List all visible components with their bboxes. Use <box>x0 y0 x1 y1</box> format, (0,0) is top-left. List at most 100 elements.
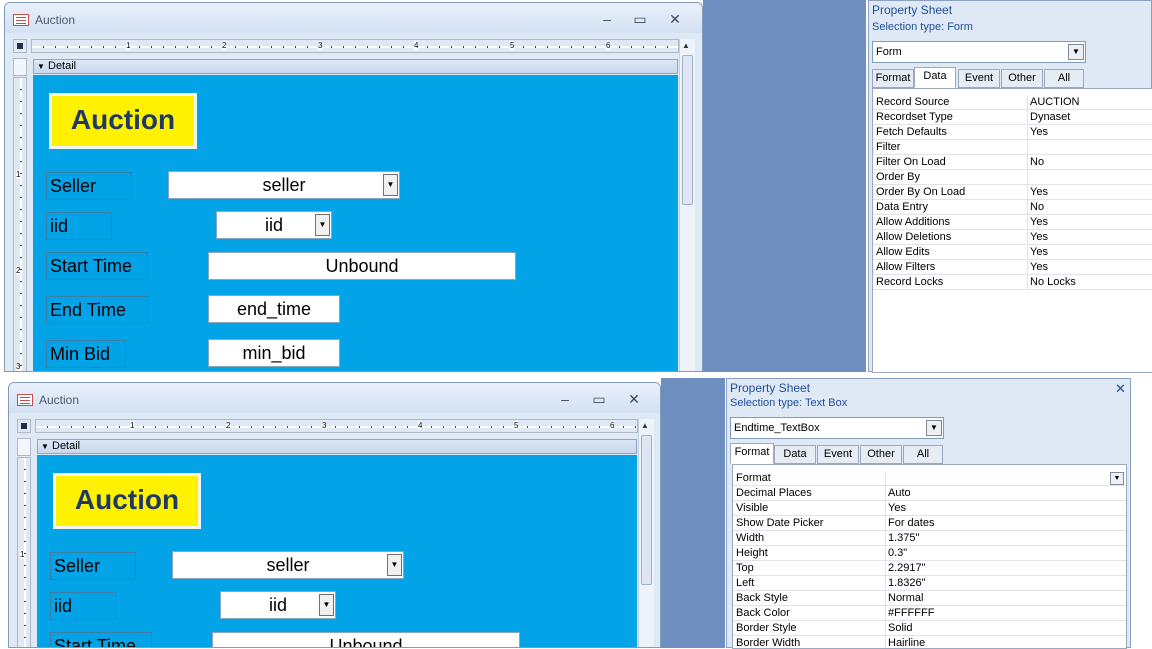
form-selector-corner[interactable] <box>13 39 27 53</box>
property-value[interactable]: Yes <box>1027 215 1152 230</box>
tab-all[interactable]: All <box>1044 69 1084 88</box>
start-time-label[interactable]: Start Time <box>46 252 148 280</box>
tab-other[interactable]: Other <box>1001 69 1043 88</box>
property-value[interactable]: Yes <box>1027 230 1152 245</box>
property-row[interactable]: Top 2.2917" <box>733 561 1126 576</box>
chevron-down-icon[interactable]: ▼ <box>319 594 334 616</box>
property-row[interactable]: Border Style Solid <box>733 621 1126 636</box>
property-value[interactable]: AUCTION <box>1027 95 1152 110</box>
property-value[interactable] <box>1027 170 1152 185</box>
property-value[interactable]: For dates <box>885 516 1126 531</box>
property-value[interactable]: 1.8326" <box>885 576 1126 591</box>
property-row[interactable]: Allow Edits Yes <box>873 245 1152 260</box>
minimize-button[interactable]: ‒ <box>556 391 574 407</box>
chevron-down-icon[interactable]: ▼ <box>315 214 330 236</box>
chevron-down-icon[interactable]: ▼ <box>387 554 402 576</box>
chevron-down-icon[interactable]: ▼ <box>383 174 398 196</box>
property-row[interactable]: Back Color #FFFFFF <box>733 606 1126 621</box>
chevron-down-icon[interactable]: ▼ <box>926 420 942 436</box>
tab-event[interactable]: Event <box>817 445 859 464</box>
property-value[interactable]: Yes <box>1027 185 1152 200</box>
property-row[interactable]: Format ▼ <box>733 471 1126 486</box>
close-icon[interactable]: ✕ <box>1115 381 1126 397</box>
min-bid-label[interactable]: Min Bid <box>46 340 126 368</box>
property-value[interactable]: 2.2917" <box>885 561 1126 576</box>
close-button[interactable]: ✕ <box>625 391 643 408</box>
property-row[interactable]: Record Source AUCTION <box>873 95 1152 110</box>
seller-combo[interactable]: seller ▼ <box>172 551 404 579</box>
maximize-button[interactable]: ▭ <box>631 11 649 28</box>
end-time-label[interactable]: End Time <box>46 296 148 324</box>
tab-all[interactable]: All <box>903 445 943 464</box>
property-value[interactable]: Hairline <box>885 636 1126 648</box>
property-row[interactable]: Decimal Places Auto <box>733 486 1126 501</box>
tab-other[interactable]: Other <box>860 445 902 464</box>
property-row[interactable]: Recordset Type Dynaset <box>873 110 1152 125</box>
chevron-down-icon[interactable]: ▼ <box>1068 44 1084 60</box>
vertical-scrollbar[interactable]: ▲ <box>679 39 695 371</box>
end-time-textbox[interactable]: end_time <box>208 295 340 323</box>
tab-event[interactable]: Event <box>958 69 1000 88</box>
object-selector[interactable]: Endtime_TextBox ▼ <box>730 417 944 439</box>
property-row[interactable]: Left 1.8326" <box>733 576 1126 591</box>
property-value[interactable]: Auto <box>885 486 1126 501</box>
property-row[interactable]: Allow Deletions Yes <box>873 230 1152 245</box>
chevron-down-icon[interactable]: ▼ <box>1110 472 1124 485</box>
form-title-label[interactable]: Auction <box>49 93 197 149</box>
tab-data[interactable]: Data <box>774 445 816 464</box>
property-row[interactable]: Data Entry No <box>873 200 1152 215</box>
property-row[interactable]: Width 1.375" <box>733 531 1126 546</box>
tab-format[interactable]: Format <box>730 443 774 464</box>
property-value[interactable]: Solid <box>885 621 1126 636</box>
property-value[interactable]: Dynaset <box>1027 110 1152 125</box>
property-row[interactable]: Back Style Normal <box>733 591 1126 606</box>
property-row[interactable]: Visible Yes <box>733 501 1126 516</box>
detail-section-header[interactable]: Detail <box>37 439 637 454</box>
property-value[interactable]: 1.375" <box>885 531 1126 546</box>
iid-combo[interactable]: iid ▼ <box>216 211 332 239</box>
start-time-label[interactable]: Start Time <box>50 632 152 647</box>
vertical-scrollbar[interactable]: ▲ <box>638 419 654 647</box>
property-row[interactable]: Filter On Load No <box>873 155 1152 170</box>
tab-format[interactable]: Format <box>872 69 914 88</box>
iid-combo[interactable]: iid ▼ <box>220 591 336 619</box>
property-value[interactable] <box>1027 140 1152 155</box>
property-row[interactable]: Allow Additions Yes <box>873 215 1152 230</box>
form-title-label[interactable]: Auction <box>53 473 201 529</box>
minimize-button[interactable]: ‒ <box>598 11 616 27</box>
property-value[interactable]: No <box>1027 155 1152 170</box>
scrollbar-thumb[interactable] <box>641 435 652 585</box>
property-value[interactable]: Yes <box>1027 125 1152 140</box>
property-row[interactable]: Order By <box>873 170 1152 185</box>
start-time-textbox[interactable]: Unbound <box>208 252 516 280</box>
iid-label[interactable]: iid <box>46 212 112 240</box>
iid-label[interactable]: iid <box>50 592 116 620</box>
property-row[interactable]: Border Width Hairline <box>733 636 1126 648</box>
detail-section-header[interactable]: Detail <box>33 59 678 74</box>
object-selector[interactable]: Form ▼ <box>872 41 1086 63</box>
scroll-up-arrow-icon[interactable]: ▲ <box>641 421 649 430</box>
scroll-up-arrow-icon[interactable]: ▲ <box>682 41 690 50</box>
property-row[interactable]: Allow Filters Yes <box>873 260 1152 275</box>
maximize-button[interactable]: ▭ <box>590 391 608 408</box>
seller-combo[interactable]: seller ▼ <box>168 171 400 199</box>
property-row[interactable]: Order By On Load Yes <box>873 185 1152 200</box>
property-value[interactable]: #FFFFFF <box>885 606 1126 621</box>
property-row[interactable]: Height 0.3" <box>733 546 1126 561</box>
tab-data[interactable]: Data <box>914 67 956 88</box>
seller-label[interactable]: Seller <box>50 552 136 580</box>
property-value[interactable]: Normal <box>885 591 1126 606</box>
property-row[interactable]: Record Locks No Locks <box>873 275 1152 290</box>
detail-section-selector[interactable] <box>13 58 27 76</box>
property-value[interactable]: 0.3" <box>885 546 1126 561</box>
start-time-textbox[interactable]: Unbound <box>212 632 520 647</box>
property-value[interactable]: Yes <box>1027 260 1152 275</box>
form-selector-corner[interactable] <box>17 419 31 433</box>
property-row[interactable]: Fetch Defaults Yes <box>873 125 1152 140</box>
property-value[interactable] <box>885 471 1126 486</box>
property-value[interactable]: No Locks <box>1027 275 1152 290</box>
seller-label[interactable]: Seller <box>46 172 132 200</box>
scrollbar-thumb[interactable] <box>682 55 693 205</box>
property-value[interactable]: Yes <box>1027 245 1152 260</box>
property-value[interactable]: Yes <box>885 501 1126 516</box>
